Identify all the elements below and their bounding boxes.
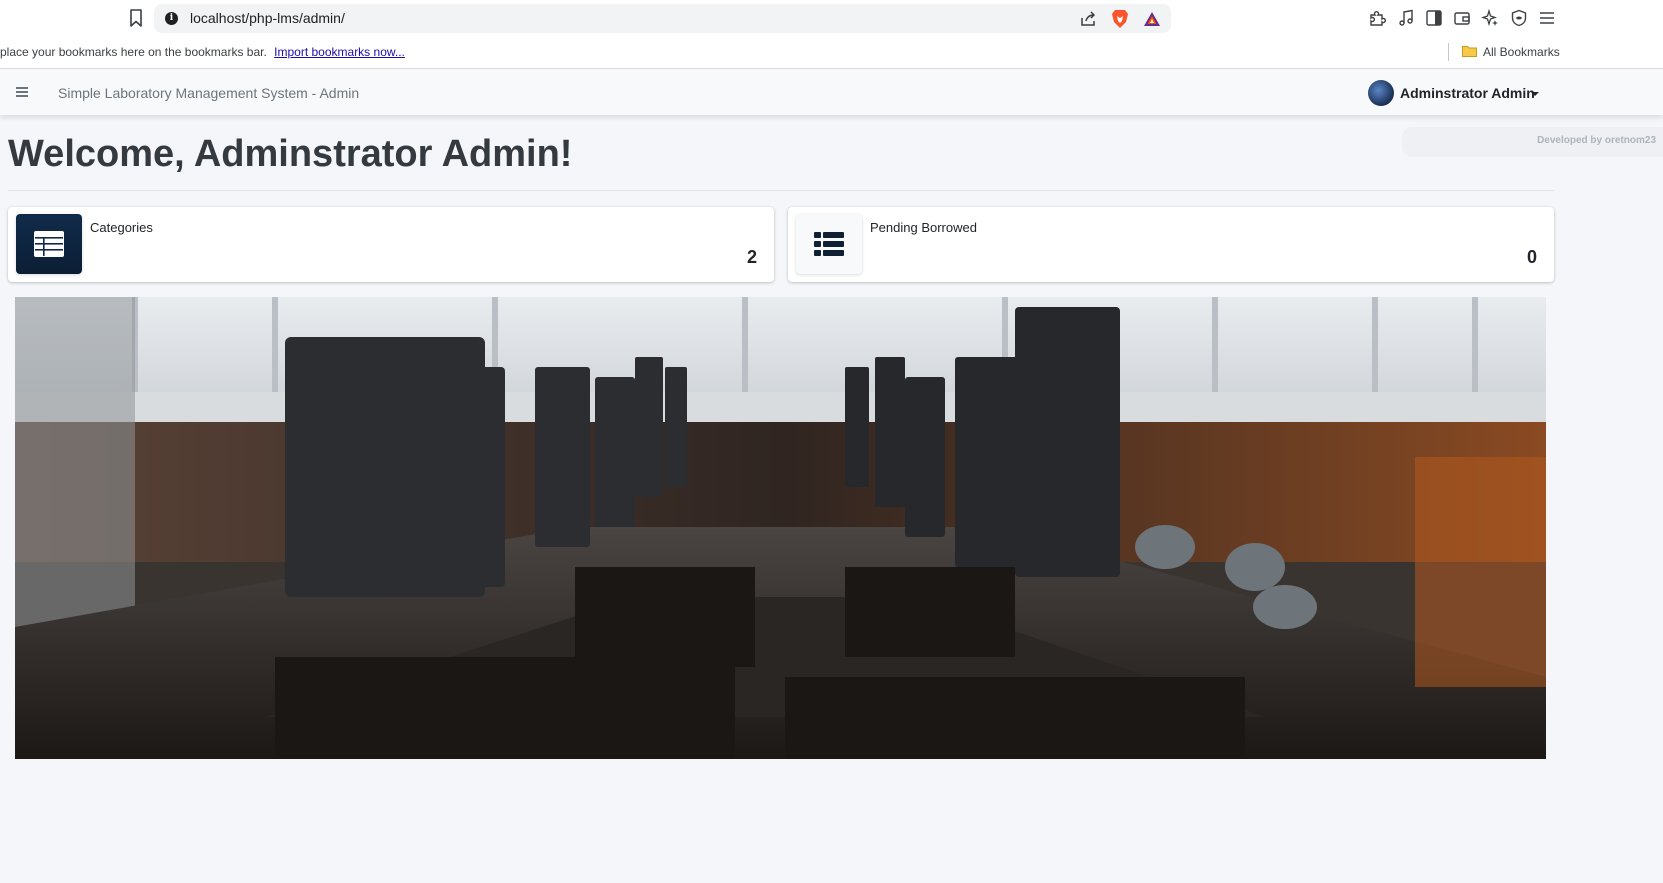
all-bookmarks-button[interactable]: All Bookmarks [1483,45,1560,59]
bookmark-icon[interactable] [129,9,143,27]
info-box-value: 0 [1526,247,1537,267]
sidebar-icon[interactable] [1425,9,1443,27]
info-box-icon-wrap [796,214,862,274]
bookmarks-prompt: place your bookmarks here on the bookmar… [0,45,405,59]
avatar[interactable] [1368,80,1394,106]
info-box-icon-wrap [16,214,82,274]
folder-icon[interactable] [1462,45,1477,57]
info-box-label: Pending Borrowed [870,220,977,235]
bookmarks-prompt-text: place your bookmarks here on the bookmar… [0,45,267,59]
brave-rewards-icon[interactable] [1143,10,1161,28]
user-menu-toggle[interactable]: Adminstrator Admin [1400,85,1535,101]
divider [8,190,1554,191]
main-header: Simple Laboratory Management System - Ad… [0,70,1663,115]
bookmarks-divider [1448,43,1449,61]
sparkle-icon[interactable] [1481,9,1499,27]
address-bar[interactable]: i localhost/php-lms/admin/ [154,4,1171,33]
share-icon[interactable] [1079,10,1097,28]
info-box-label: Categories [90,220,153,235]
system-title[interactable]: Simple Laboratory Management System - Ad… [58,85,359,101]
table-list-icon [814,232,844,256]
hamburger-icon[interactable] [16,87,28,97]
bookmarks-bar: place your bookmarks here on the bookmar… [0,38,1663,69]
info-box-pending-borrowed[interactable]: Pending Borrowed 0 [788,207,1554,282]
info-icon[interactable]: i [165,12,178,25]
chevron-down-icon[interactable] [1531,92,1539,96]
url-text[interactable]: localhost/php-lms/admin/ [190,10,345,26]
menu-icon[interactable] [1538,9,1556,27]
browser-toolbar: i localhost/php-lms/admin/ [0,0,1663,38]
lab-illustration [15,297,1546,759]
music-note-icon[interactable] [1397,9,1415,27]
wallet-icon[interactable] [1453,9,1471,27]
table-list-icon [34,231,64,257]
puzzle-icon[interactable] [1368,9,1386,27]
info-box-categories[interactable]: Categories 2 [8,207,774,282]
info-box-value: 2 [746,247,757,267]
brave-shield-icon[interactable] [1111,9,1129,29]
import-bookmarks-link[interactable]: Import bookmarks now... [274,45,405,59]
shield-icon[interactable] [1510,9,1528,27]
banner-image-computer-lab [15,297,1546,759]
developer-credit: Developed by oretnom23 [1402,127,1663,157]
page-title: Welcome, Adminstrator Admin! [8,133,573,175]
